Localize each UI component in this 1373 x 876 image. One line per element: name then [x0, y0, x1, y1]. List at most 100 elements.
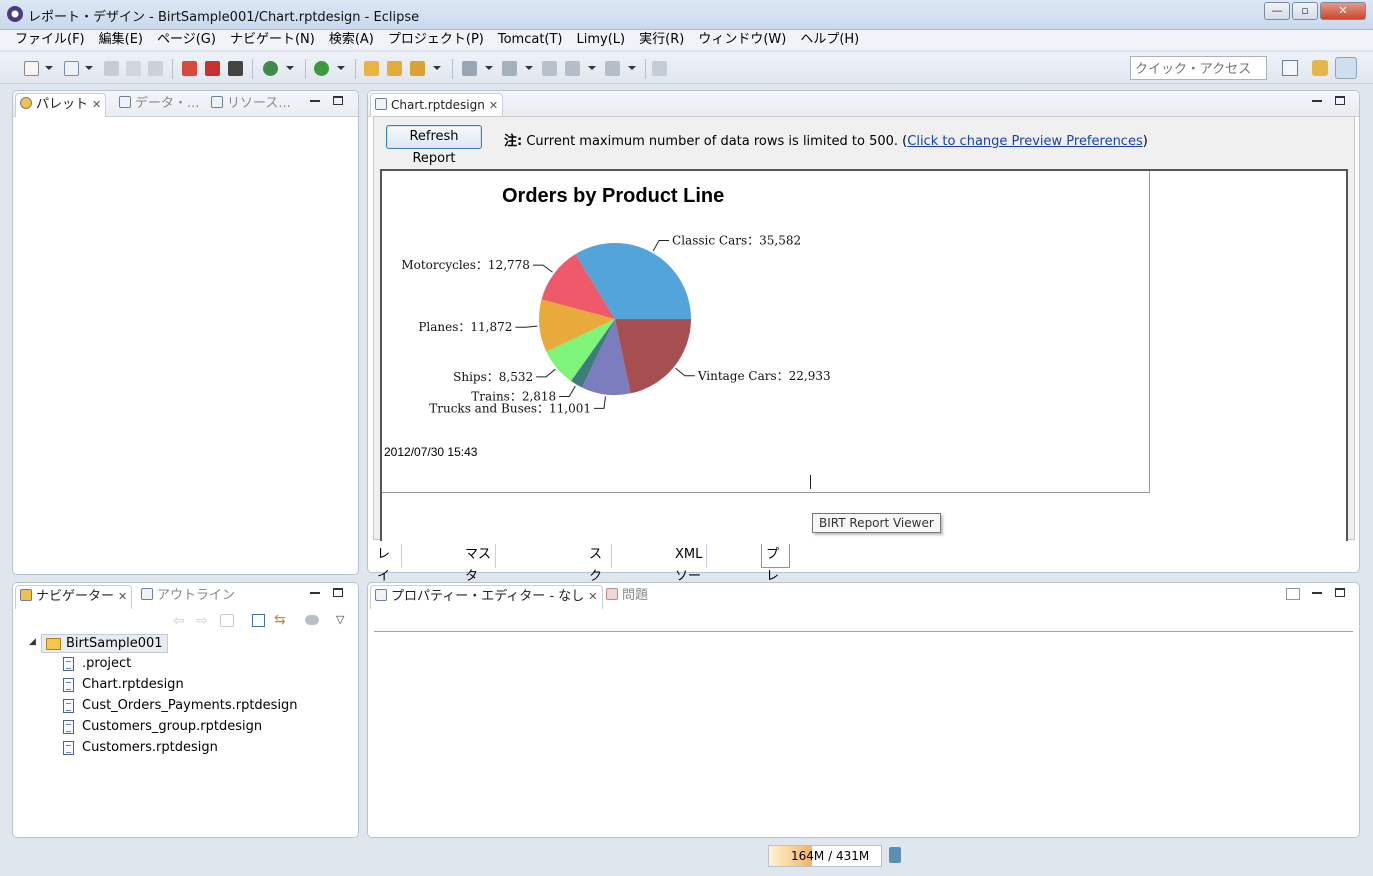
menu-navigate[interactable]: ナビゲート(N)	[224, 30, 321, 50]
property-icon	[375, 589, 387, 601]
palette-tabbar: パレット ✕ データ・... リソース...	[13, 91, 358, 117]
tree-project-birtsample001[interactable]: BirtSample001	[41, 634, 168, 653]
task-dropdown-icon[interactable]	[433, 66, 441, 70]
tab-preview[interactable]: プレビュー(V)	[761, 544, 791, 672]
minimize-icon[interactable]	[310, 100, 320, 102]
close-button[interactable]: ✕	[1320, 2, 1366, 20]
tab-script[interactable]: スクリプト(S)	[585, 544, 613, 672]
new-report-dropdown-icon[interactable]	[85, 66, 93, 70]
menu-project[interactable]: プロジェクト(P)	[382, 30, 490, 50]
skip-breakpoints-icon[interactable]	[228, 61, 243, 76]
nav-back-icon[interactable]: ⇦	[173, 613, 185, 629]
forward-dropdown-icon[interactable]	[628, 66, 636, 70]
report-design-perspective-icon[interactable]	[1335, 57, 1357, 79]
tab-problems[interactable]: 問題	[602, 585, 652, 609]
pie-leader-line	[594, 396, 606, 409]
quick-access-input[interactable]	[1130, 56, 1267, 80]
close-icon[interactable]: ✕	[588, 590, 597, 603]
garbage-collect-icon[interactable]	[889, 847, 901, 863]
tab-property-editor[interactable]: プロパティー・エディター - なし ✕	[370, 585, 603, 609]
preview-area: Refresh Report 注: Current maximum number…	[373, 116, 1355, 541]
tab-chart-rptdesign[interactable]: Chart.rptdesign ✕	[370, 93, 504, 117]
new-report-icon[interactable]	[64, 61, 79, 76]
link-editor-icon[interactable]: ⇆	[274, 612, 286, 628]
maximize-icon[interactable]	[1335, 96, 1345, 105]
menu-tomcat[interactable]: Tomcat(T)	[492, 30, 569, 50]
tree-item-customers-group[interactable]: Customers_group.rptdesign	[63, 719, 262, 734]
minimize-icon[interactable]	[1312, 592, 1322, 594]
web-preview-dropdown-icon[interactable]	[286, 66, 294, 70]
close-icon[interactable]: ✕	[118, 590, 127, 603]
heap-status[interactable]: 164M / 431M	[768, 845, 882, 867]
tree-item-customers[interactable]: Customers.rptdesign	[63, 740, 218, 755]
tab-palette[interactable]: パレット ✕	[15, 93, 107, 117]
tab-navigator[interactable]: ナビゲーター ✕	[15, 585, 133, 609]
minimize-icon[interactable]	[1312, 100, 1322, 102]
next-annotation-dropdown-icon[interactable]	[485, 66, 493, 70]
web-preview-icon[interactable]	[263, 61, 278, 76]
menu-window[interactable]: ウィンドウ(W)	[692, 30, 792, 50]
java-perspective-icon[interactable]	[1312, 60, 1328, 76]
refresh-report-button[interactable]: Refresh Report	[386, 125, 482, 166]
print-icon[interactable]	[148, 61, 163, 76]
tree-item-project[interactable]: .project	[63, 656, 131, 671]
close-icon[interactable]: ✕	[489, 99, 498, 112]
nav-forward-icon[interactable]: ⇨	[196, 613, 208, 629]
tab-outline[interactable]: アウトライン	[137, 585, 239, 609]
open-task-icon[interactable]	[410, 61, 425, 76]
tab-xml-source[interactable]: XML ソース(X)	[671, 544, 708, 628]
open-file-icon[interactable]	[387, 61, 402, 76]
back-dropdown-icon[interactable]	[588, 66, 596, 70]
prev-annotation-dropdown-icon[interactable]	[525, 66, 533, 70]
prev-annotation-icon[interactable]	[502, 61, 517, 76]
last-edit-icon[interactable]	[542, 61, 557, 76]
minimize-icon[interactable]	[310, 592, 320, 594]
maximize-icon[interactable]	[333, 588, 343, 597]
back-icon[interactable]	[565, 61, 580, 76]
maximize-button[interactable]: ▫	[1292, 2, 1318, 20]
remove-all-icon[interactable]	[205, 61, 220, 76]
menu-limy[interactable]: Limy(L)	[571, 30, 632, 50]
maximize-icon[interactable]	[333, 96, 343, 105]
preview-preferences-link[interactable]: Click to change Preview Preferences	[907, 134, 1142, 149]
tab-layout[interactable]: レイアウト(O)	[373, 544, 403, 672]
tab-resource-explorer[interactable]: リソース...	[207, 93, 295, 117]
forward-icon[interactable]	[605, 61, 620, 76]
menu-file[interactable]: ファイル(F)	[9, 30, 91, 50]
tab-master-page[interactable]: マスター・ページ(M)	[461, 544, 496, 672]
menu-help[interactable]: ヘルプ(H)	[794, 30, 865, 50]
close-icon[interactable]: ✕	[92, 98, 101, 111]
pin-editor-icon[interactable]	[652, 61, 667, 76]
save-all-icon[interactable]	[126, 61, 141, 76]
run-dropdown-icon[interactable]	[337, 66, 345, 70]
collapse-all-icon[interactable]	[252, 614, 265, 627]
open-perspective-icon[interactable]	[1282, 60, 1298, 76]
menu-search[interactable]: 検索(A)	[323, 30, 380, 50]
xml-file-icon	[63, 657, 74, 671]
report-file-icon	[63, 699, 74, 713]
debug-remove-icon[interactable]	[182, 61, 197, 76]
new-dropdown-icon[interactable]	[45, 66, 53, 70]
report-viewer[interactable]: Orders by Product Line Classic Cars：35,5…	[380, 169, 1348, 541]
save-icon[interactable]	[104, 61, 119, 76]
tree-item-cust-orders[interactable]: Cust_Orders_Payments.rptdesign	[63, 698, 298, 713]
tree-expand-icon[interactable]: ◢	[29, 637, 36, 647]
filter-icon[interactable]	[305, 615, 319, 625]
tree-item-chart[interactable]: Chart.rptdesign	[63, 677, 184, 692]
maximize-icon[interactable]	[1335, 588, 1345, 597]
run-icon[interactable]	[314, 61, 329, 76]
menu-run[interactable]: 実行(R)	[633, 30, 690, 50]
nav-up-icon[interactable]	[220, 614, 234, 627]
pie-leader-line	[536, 368, 556, 378]
tab-data-explorer[interactable]: データ・...	[115, 93, 203, 117]
minimize-button[interactable]: —	[1264, 2, 1290, 20]
next-annotation-icon[interactable]	[462, 61, 477, 76]
view-menu-icon[interactable]: ▽	[336, 613, 344, 626]
row-limit-note: 注: Current maximum number of data rows i…	[504, 134, 1148, 149]
pie-leader-line	[559, 385, 576, 397]
menu-edit[interactable]: 編集(E)	[93, 30, 149, 50]
new-icon[interactable]	[24, 61, 39, 76]
menu-page[interactable]: ページ(G)	[151, 30, 222, 50]
open-folder-icon[interactable]	[364, 61, 379, 76]
restore-layout-icon[interactable]	[1286, 588, 1300, 600]
